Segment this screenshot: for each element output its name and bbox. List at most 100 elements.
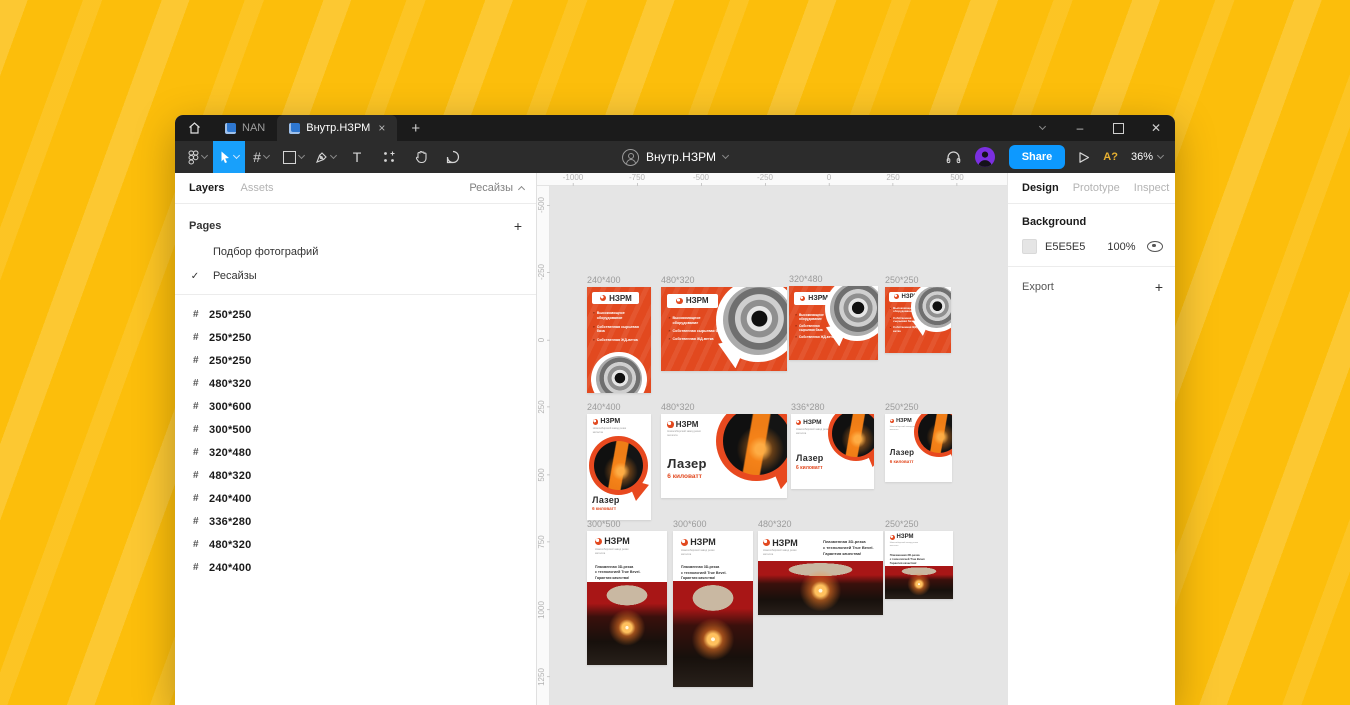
nine-shape (589, 436, 648, 495)
add-export-button[interactable]: + (1155, 279, 1163, 295)
move-cursor-icon (219, 150, 231, 164)
audio-headphones-icon[interactable] (946, 150, 961, 164)
tab-vnutr-nzrm[interactable]: Внутр.НЗРМ × (277, 115, 397, 141)
window-menu-button[interactable] (1023, 115, 1061, 141)
layer-name: 480*320 (209, 539, 251, 551)
canvas[interactable]: -500 -250 0 250 500 750 1000 1250 -1000 … (537, 173, 1007, 705)
frame-label[interactable]: 320*480 (789, 274, 823, 284)
main-area: Layers Assets Ресайзы Pages + Подбор фот… (175, 173, 1175, 705)
frame-label[interactable]: 480*320 (758, 519, 792, 529)
missing-fonts-badge[interactable]: A? (1103, 151, 1118, 163)
layer-row[interactable]: #480*320 (175, 372, 536, 395)
canvas-frame-320x480[interactable]: 320*480 НЗРМ »Высокомощное оборудование … (789, 286, 878, 360)
figma-window: NAN Внутр.НЗРМ × + – ✕ (175, 115, 1175, 705)
visibility-eye-icon[interactable] (1147, 241, 1163, 252)
background-label: Background (1022, 216, 1163, 228)
layer-row[interactable]: #250*250 (175, 349, 536, 372)
frame-label[interactable]: 250*250 (885, 402, 919, 412)
steel-coil-photo (915, 287, 951, 328)
page-item-current[interactable]: ✓ Ресайзы (175, 264, 536, 288)
layer-row[interactable]: #336*280 (175, 510, 536, 533)
new-tab-button[interactable]: + (397, 115, 434, 141)
canvas-frame-250x250[interactable]: 250*250 НЗРМ Новосибирский завод резки м… (885, 414, 952, 482)
frame-tool-button[interactable]: # (245, 141, 277, 173)
frame-icon: # (193, 378, 209, 389)
close-tab-icon[interactable]: × (378, 121, 385, 135)
nine-shape (914, 414, 952, 457)
photo-circle (591, 352, 646, 393)
home-button[interactable] (175, 115, 213, 141)
user-avatar[interactable] (974, 146, 996, 168)
background-opacity-value[interactable]: 100% (1107, 241, 1135, 253)
nzrm-logo: НЗРМ Новосибирский завод резки металла (595, 536, 631, 555)
page-selector[interactable]: Ресайзы (469, 182, 524, 194)
canvas-frame-480x320[interactable]: 480*320 НЗРМ Новосибирский завод резки м… (661, 414, 787, 498)
layer-row[interactable]: #300*500 (175, 418, 536, 441)
layer-row[interactable]: #240*400 (175, 487, 536, 510)
tab-design[interactable]: Design (1022, 182, 1059, 194)
tab-assets[interactable]: Assets (240, 182, 273, 194)
move-tool-button[interactable] (213, 141, 245, 173)
maximize-icon (1113, 123, 1124, 134)
resources-button[interactable] (373, 141, 405, 173)
canvas-frame-240x400[interactable]: 240*400 НЗРМ Новосибирский завод резки м… (587, 414, 651, 520)
text-tool-button[interactable]: T (341, 141, 373, 173)
layer-name: 300*600 (209, 401, 251, 413)
frame-label[interactable]: 336*280 (791, 402, 825, 412)
layer-row[interactable]: #480*320 (175, 464, 536, 487)
background-hex-value[interactable]: E5E5E5 (1045, 241, 1085, 253)
canvas-frame-240x400[interactable]: 240*400 НЗРМ »Высокомощное оборудование … (587, 287, 651, 393)
add-page-button[interactable]: + (514, 218, 522, 234)
layer-row[interactable]: #240*400 (175, 556, 536, 579)
chevron-down-icon (1157, 152, 1164, 159)
tab-layers[interactable]: Layers (189, 182, 224, 194)
zoom-level-control[interactable]: 36% (1131, 151, 1163, 163)
tab-inspect[interactable]: Inspect (1134, 182, 1169, 194)
layer-name: 250*250 (209, 309, 251, 321)
banner-red-square: НЗРМ »Высокомощное оборудование »Собстве… (885, 287, 951, 353)
nzrm-logo-icon (890, 535, 895, 540)
document-title-chip[interactable]: Внутр.НЗРМ (622, 141, 728, 173)
page-name: Подбор фотографий (213, 246, 318, 258)
nine-shape (716, 287, 787, 362)
tab-prototype[interactable]: Prototype (1073, 182, 1120, 194)
canvas-frame-480x320[interactable]: 480*320 НЗРМ Новосибирский завод резки м… (758, 531, 883, 615)
canvas-frame-250x250[interactable]: 250*250 НЗРМ »Высокомощное оборудование … (885, 287, 951, 353)
nzrm-logo: НЗРМ Новосибирский завод резки металла (796, 419, 832, 435)
tab-nan[interactable]: NAN (213, 115, 277, 141)
canvas-frame-300x500[interactable]: 300*500 НЗРМ Новосибирский завод резки м… (587, 531, 667, 665)
canvas-frame-250x250[interactable]: 250*250 НЗРМ Новосибирский завод резки м… (885, 531, 953, 599)
export-section: Export + (1008, 267, 1175, 307)
canvas-frame-336x280[interactable]: 336*280 НЗРМ Новосибирский завод резки м… (791, 414, 874, 489)
frame-label[interactable]: 300*600 (673, 519, 707, 529)
pen-tool-button[interactable] (309, 141, 341, 173)
frame-label[interactable]: 480*320 (661, 402, 695, 412)
canvas-frame-480x320[interactable]: 480*320 НЗРМ »Высокомощное оборудование … (661, 287, 787, 371)
layer-row[interactable]: #480*320 (175, 533, 536, 556)
tab-label: Внутр.НЗРМ (306, 122, 370, 134)
frame-label[interactable]: 250*250 (885, 275, 919, 285)
shape-tool-button[interactable] (277, 141, 309, 173)
inspector-panel: Design Prototype Inspect Background E5E5… (1007, 173, 1175, 705)
page-item[interactable]: Подбор фотографий (175, 240, 536, 264)
layer-row[interactable]: #250*250 (175, 303, 536, 326)
share-button[interactable]: Share (1009, 145, 1066, 169)
layer-row[interactable]: #300*600 (175, 395, 536, 418)
main-menu-button[interactable] (181, 141, 213, 173)
hand-tool-button[interactable] (405, 141, 437, 173)
layer-row[interactable]: #320*480 (175, 441, 536, 464)
comment-tool-button[interactable] (437, 141, 469, 173)
layer-row[interactable]: #250*250 (175, 326, 536, 349)
frame-label[interactable]: 240*400 (587, 275, 621, 285)
frame-label[interactable]: 480*320 (661, 275, 695, 285)
close-window-button[interactable]: ✕ (1137, 115, 1175, 141)
canvas-frame-300x600[interactable]: 300*600 НЗРМ Новосибирский завод резки м… (673, 531, 753, 687)
maximize-button[interactable] (1099, 115, 1137, 141)
frame-label[interactable]: 250*250 (885, 519, 919, 529)
frame-label[interactable]: 240*400 (587, 402, 621, 412)
frame-label[interactable]: 300*500 (587, 519, 621, 529)
present-play-icon[interactable] (1078, 151, 1090, 164)
color-swatch[interactable] (1022, 239, 1037, 254)
minimize-button[interactable]: – (1061, 115, 1099, 141)
nzrm-logo-icon (595, 538, 602, 545)
